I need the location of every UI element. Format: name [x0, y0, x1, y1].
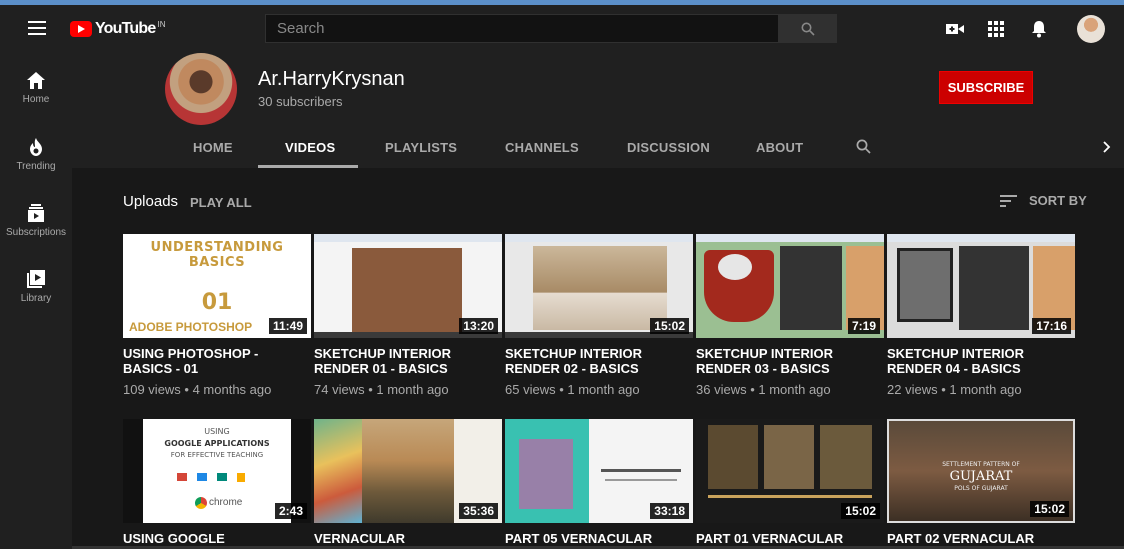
- guide-item-label: Library: [20, 293, 52, 304]
- thumbnail-text: 01: [201, 290, 233, 315]
- tab-playlists[interactable]: PLAYLISTS: [385, 140, 457, 155]
- masthead: YouTube IN Search: [0, 5, 1124, 52]
- guide-item-label: Trending: [16, 161, 56, 172]
- search-button[interactable]: [778, 14, 837, 43]
- channel-header: Ar.HarryKrysnan 30 subscribers SUBSCRIBE…: [72, 52, 1124, 168]
- trending-icon: [30, 138, 42, 156]
- video-duration: 33:18: [650, 503, 689, 519]
- video-meta: 36 views • 1 month ago: [696, 382, 831, 397]
- video-thumbnail[interactable]: UNDERSTANDING BASICS 01 ADOBE PHOTOSHOP …: [123, 234, 311, 338]
- video-title[interactable]: USING GOOGLE: [123, 531, 311, 546]
- menu-icon[interactable]: [28, 21, 46, 35]
- guide-item-label: Subscriptions: [5, 227, 67, 238]
- video-duration: 15:02: [650, 318, 689, 334]
- guide-item-library[interactable]: Library: [0, 270, 72, 304]
- thumbnail-text: USING: [204, 427, 230, 436]
- thumbnail-text: chrome: [209, 497, 243, 508]
- video-duration: 2:43: [274, 503, 307, 519]
- logo-region: IN: [157, 20, 166, 29]
- video-thumbnail[interactable]: 15:02: [696, 419, 884, 523]
- tab-channels[interactable]: CHANNELS: [505, 140, 579, 155]
- logo-text: YouTube: [95, 20, 156, 37]
- guide-item-home[interactable]: Home: [0, 72, 72, 105]
- uploads-title: Uploads: [123, 193, 179, 210]
- thumbnail-text: ADOBE PHOTOSHOP: [129, 320, 253, 334]
- video-meta: 65 views • 1 month ago: [505, 382, 640, 397]
- tab-videos[interactable]: VIDEOS: [285, 140, 335, 155]
- video-thumbnail[interactable]: 33:18: [505, 419, 693, 523]
- play-all-button[interactable]: PLAY ALL: [190, 195, 252, 210]
- video-thumbnail[interactable]: 7:19: [696, 234, 884, 338]
- tab-discussion[interactable]: DISCUSSION: [627, 140, 710, 155]
- thumbnail-text: UNDERSTANDING BASICS: [150, 240, 284, 270]
- video-thumbnail[interactable]: 35:36: [314, 419, 502, 523]
- sort-by-button[interactable]: SORT BY: [1000, 193, 1087, 208]
- account-avatar[interactable]: [1077, 15, 1105, 43]
- thumbnail-text: GOOGLE APPLICATIONS: [164, 439, 270, 448]
- video-title[interactable]: SKETCHUP INTERIOR RENDER 04 - BASICS: [887, 346, 1075, 376]
- video-duration: 15:02: [841, 503, 880, 519]
- video-title[interactable]: SKETCHUP INTERIOR RENDER 03 - BASICS: [696, 346, 884, 376]
- library-icon: [27, 270, 45, 288]
- thumbnail-text: SETTLEMENT PATTERN OF: [942, 461, 1020, 468]
- video-thumbnail[interactable]: SETTLEMENT PATTERN OF GUJARAT POLS OF GU…: [887, 419, 1075, 523]
- tab-about[interactable]: ABOUT: [756, 140, 803, 155]
- video-title[interactable]: SKETCHUP INTERIOR RENDER 01 - BASICS: [314, 346, 502, 376]
- mini-guide-sidebar: Home Trending Subscriptions Library: [0, 52, 72, 549]
- tabs-scroll-right-icon[interactable]: [1103, 141, 1111, 153]
- video-title[interactable]: SKETCHUP INTERIOR RENDER 02 - BASICS: [505, 346, 693, 376]
- video-duration: 17:16: [1032, 318, 1071, 334]
- notifications-bell-icon[interactable]: [1029, 19, 1049, 39]
- video-meta: 109 views • 4 months ago: [123, 382, 272, 397]
- tab-home[interactable]: HOME: [193, 140, 233, 155]
- video-title[interactable]: PART 01 VERNACULAR: [696, 531, 884, 546]
- home-icon: [27, 72, 45, 89]
- channel-avatar[interactable]: [165, 53, 237, 125]
- guide-item-trending[interactable]: Trending: [0, 138, 72, 172]
- subscriptions-icon: [28, 204, 44, 222]
- video-title[interactable]: PART 05 VERNACULAR: [505, 531, 693, 546]
- video-meta: 22 views • 1 month ago: [887, 382, 1022, 397]
- sort-by-label: SORT BY: [1029, 193, 1087, 208]
- video-meta: 74 views • 1 month ago: [314, 382, 449, 397]
- video-duration: 13:20: [459, 318, 498, 334]
- channel-search-icon[interactable]: [856, 139, 871, 154]
- video-thumbnail[interactable]: 13:20: [314, 234, 502, 338]
- video-thumbnail[interactable]: USING GOOGLE APPLICATIONS FOR EFFECTIVE …: [123, 419, 311, 523]
- search-icon: [801, 22, 815, 36]
- video-title[interactable]: PART 02 VERNACULAR: [887, 531, 1075, 546]
- active-tab-indicator: [258, 165, 358, 168]
- play-logo-icon: [70, 21, 92, 37]
- video-duration: 7:19: [847, 318, 880, 334]
- sort-icon: [1000, 194, 1017, 207]
- thumbnail-text: GUJARAT: [949, 469, 1013, 484]
- video-thumbnail[interactable]: 15:02: [505, 234, 693, 338]
- thumbnail-text: POLS OF GUJARAT: [954, 485, 1008, 492]
- channel-name: Ar.HarryKrysnan: [258, 68, 405, 90]
- video-duration: 15:02: [1030, 501, 1069, 517]
- create-video-icon[interactable]: [945, 19, 965, 39]
- apps-icon[interactable]: [986, 19, 1006, 39]
- youtube-logo[interactable]: YouTube IN: [70, 20, 165, 38]
- video-title[interactable]: USING PHOTOSHOP - BASICS - 01: [123, 346, 311, 376]
- subscriber-count: 30 subscribers: [258, 94, 343, 109]
- video-duration: 35:36: [459, 503, 498, 519]
- guide-item-label: Home: [22, 94, 50, 105]
- search-input[interactable]: Search: [265, 14, 779, 43]
- video-duration: 11:49: [268, 318, 307, 334]
- subscribe-button[interactable]: SUBSCRIBE: [939, 71, 1033, 104]
- video-thumbnail[interactable]: 17:16: [887, 234, 1075, 338]
- guide-item-subscriptions[interactable]: Subscriptions: [0, 204, 72, 238]
- video-title[interactable]: VERNACULAR: [314, 531, 502, 546]
- thumbnail-text: FOR EFFECTIVE TEACHING: [170, 451, 264, 459]
